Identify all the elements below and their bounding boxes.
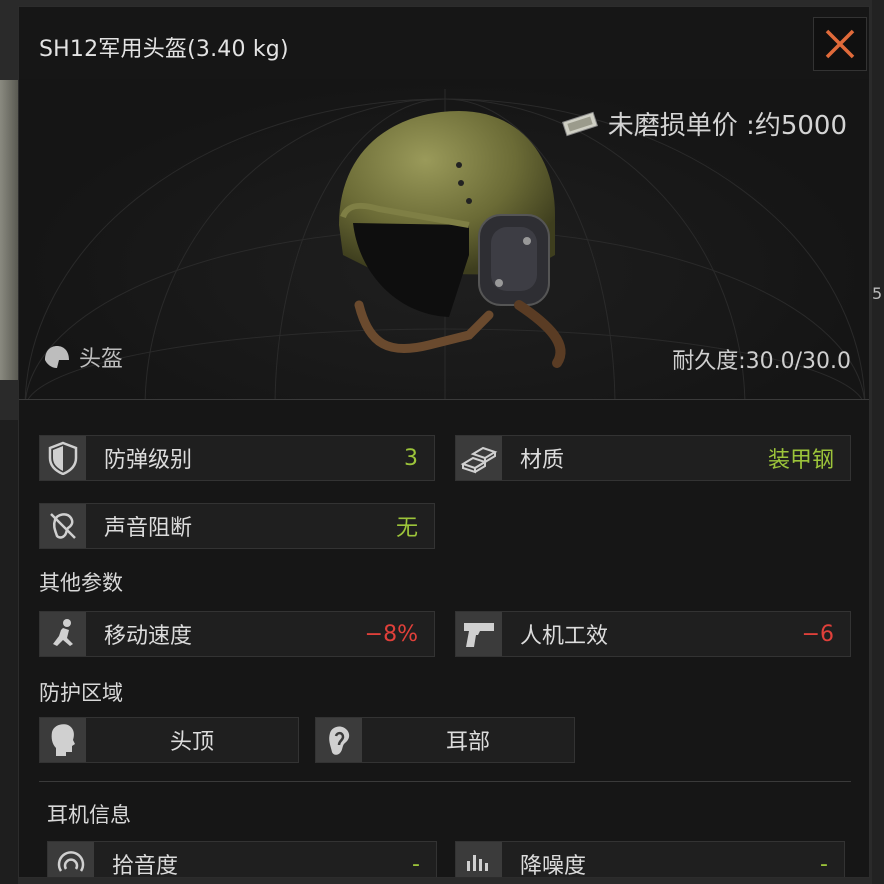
stat-value: 装甲钢 bbox=[767, 448, 834, 473]
window-title: SH12军用头盔(3.40 kg) bbox=[39, 37, 289, 62]
stat-value: −6 bbox=[801, 621, 834, 647]
unit-price: 未磨损单价 :约5000 bbox=[560, 105, 847, 142]
background-text-fragment: 5 bbox=[872, 284, 883, 303]
stat-label: 声音阻断 bbox=[104, 516, 193, 541]
stat-value: 无 bbox=[395, 516, 418, 541]
item-category: 头盔 bbox=[43, 341, 123, 373]
stat-label: 移动速度 bbox=[104, 624, 193, 649]
close-icon bbox=[825, 29, 855, 59]
helmet-image bbox=[339, 111, 566, 368]
pistol-icon bbox=[464, 623, 494, 647]
shield-icon bbox=[48, 441, 78, 475]
stat-label: 降噪度 bbox=[520, 854, 587, 878]
head-icon bbox=[51, 724, 75, 756]
zone-label: 头顶 bbox=[169, 730, 214, 755]
stat-material: 材质 装甲钢 bbox=[455, 435, 851, 481]
ear-icon bbox=[329, 726, 350, 755]
stat-value: −8% bbox=[364, 621, 418, 647]
stat-value: - bbox=[412, 851, 420, 877]
noise-reduction-icon bbox=[467, 855, 488, 871]
item-preview: 未磨损单价 :约5000 头盔 耐久度:30.0/30.0 bbox=[19, 79, 869, 400]
item-inspect-window: SH12军用头盔(3.40 kg) 未磨损单价:约5000 头盔 耐久度:30… bbox=[18, 6, 870, 878]
helmet-icon bbox=[45, 346, 69, 368]
headset-heading: 耳机信息 bbox=[47, 803, 131, 827]
protection-heading: 防护区域 bbox=[39, 681, 123, 705]
stat-noise-reduction: 降噪度 - bbox=[455, 841, 845, 878]
stat-move-speed: 移动速度 −8% bbox=[39, 611, 435, 657]
money-icon bbox=[561, 111, 598, 136]
stat-value: - bbox=[820, 851, 828, 877]
zone-label: 耳部 bbox=[445, 730, 490, 755]
stat-sound-pickup: 拾音度 - bbox=[47, 841, 437, 878]
stat-value: 3 bbox=[404, 445, 418, 471]
close-button[interactable] bbox=[813, 17, 867, 71]
background-panel-right bbox=[872, 0, 884, 884]
zone-head-top: 头顶 bbox=[39, 717, 299, 763]
running-icon bbox=[53, 619, 73, 646]
stat-armor-class: 防弹级别 3 bbox=[39, 435, 435, 481]
stat-label: 人机工效 bbox=[520, 624, 609, 649]
section-divider bbox=[39, 781, 851, 782]
category-label: 头盔 bbox=[79, 347, 124, 372]
durability-value: 30.0/30.0 bbox=[745, 349, 851, 374]
durability: 耐久度:30.0/30.0 bbox=[672, 343, 851, 375]
durability-label: 耐久度: bbox=[672, 349, 746, 374]
sound-pickup-icon bbox=[57, 851, 85, 872]
zone-ears: 耳部 bbox=[315, 717, 575, 763]
stat-label: 材质 bbox=[520, 448, 565, 473]
steel-bars-icon bbox=[460, 446, 498, 474]
unit-price-text: 未磨损单价 :约5000 bbox=[607, 111, 847, 141]
background-panel-left bbox=[0, 80, 18, 380]
other-params-heading: 其他参数 bbox=[39, 571, 123, 595]
stat-label: 拾音度 bbox=[112, 854, 179, 878]
stat-sound-block: 声音阻断 无 bbox=[39, 503, 435, 549]
stat-label: 防弹级别 bbox=[104, 448, 193, 473]
stat-ergonomics: 人机工效 −6 bbox=[455, 611, 851, 657]
ear-muted-icon bbox=[50, 513, 76, 539]
background-panel-left-lower bbox=[0, 420, 18, 884]
